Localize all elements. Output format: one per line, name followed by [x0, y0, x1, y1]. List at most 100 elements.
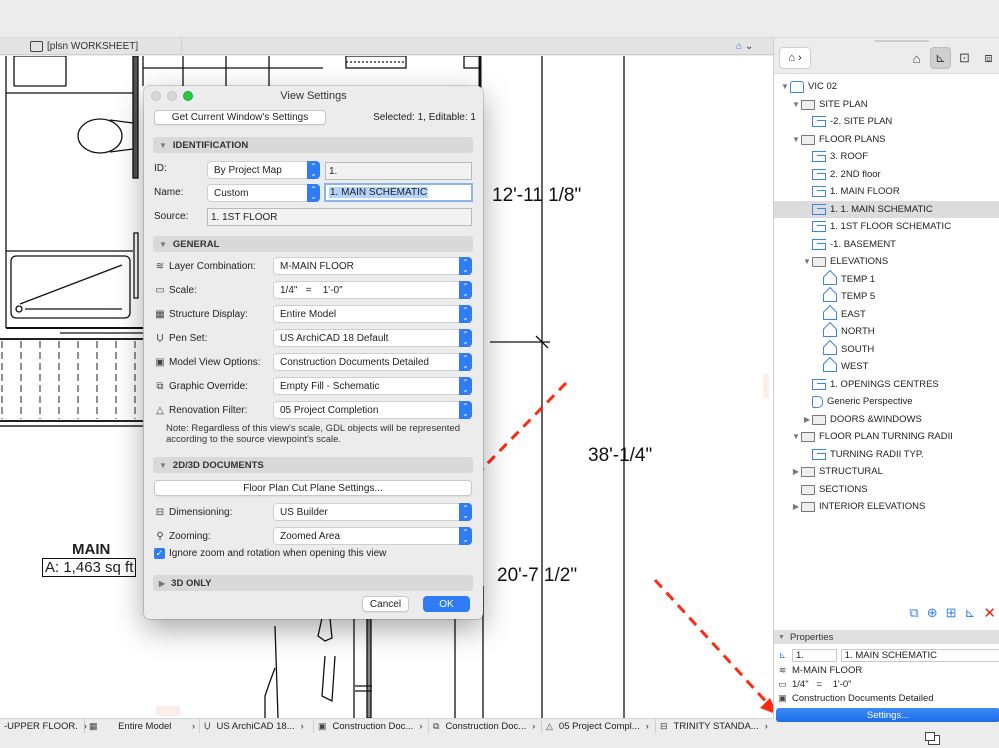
ruler-icon: ▭	[155, 284, 165, 296]
disclosure-expanded-icon[interactable]: ▼	[791, 100, 801, 109]
id-mode-select[interactable]: By Project Map ⌃ ⌄	[207, 161, 320, 179]
source-label: Source:	[154, 211, 189, 222]
tree-item[interactable]: -1. BASEMENT	[774, 236, 999, 253]
statusbar-pen-set[interactable]: Ụ US ArchiCAD 18... ›	[200, 718, 314, 734]
pen-set-select[interactable]: US ArchiCAD 18 Default ⌃ ⌄	[273, 329, 472, 347]
tab-worksheet[interactable]: [plsn WORKSHEET]	[0, 38, 182, 55]
cancel-button[interactable]: Cancel	[362, 596, 409, 612]
graphic-override-select[interactable]: Empty Fill - Schematic ⌃ ⌄	[273, 377, 472, 395]
tree-item[interactable]: 3. ROOF	[774, 148, 999, 165]
section-2d-3d-documents[interactable]: ▼ 2D/3D DOCUMENTS	[153, 457, 473, 473]
renovation-icon: △	[156, 404, 164, 416]
tree-item[interactable]: ▶ INTERIOR ELEVATIONS	[774, 498, 999, 515]
tree-item[interactable]: 1. MAIN FLOOR	[774, 183, 999, 200]
tree-item[interactable]: TEMP 5	[774, 288, 999, 305]
tab-layout-book[interactable]: ⊡	[954, 47, 975, 69]
ok-button[interactable]: OK	[423, 596, 470, 612]
statusbar-dimension[interactable]: ⊟ TRINITY STANDA... ›	[656, 719, 773, 734]
name-field[interactable]: 1. MAIN SCHEMATIC	[324, 183, 473, 202]
get-current-settings-button[interactable]: Get Current Window's Settings	[154, 110, 326, 125]
stepper-icon: ⌃ ⌄	[459, 527, 472, 545]
statusbar-layer[interactable]: -UPPER FLOOR. ›	[0, 718, 87, 734]
tree-item[interactable]: SOUTH	[774, 341, 999, 358]
tree-item[interactable]: SECTIONS	[774, 481, 999, 498]
dimension-icon: ⊟	[155, 506, 165, 518]
id-field[interactable]: 1.	[325, 162, 472, 180]
close-window-button[interactable]	[151, 91, 161, 101]
disclosure-expanded-icon[interactable]: ▼	[780, 82, 790, 91]
structure-display-select[interactable]: Entire Model ⌃ ⌄	[273, 305, 472, 323]
name-mode-select[interactable]: Custom ⌃ ⌄	[207, 184, 320, 202]
statusbar-graphic-override[interactable]: ⧉ Construction Doc... ›	[429, 718, 542, 734]
delete-icon[interactable]: ✕	[983, 604, 996, 622]
ignore-zoom-label[interactable]: Ignore zoom and rotation when opening th…	[169, 548, 386, 559]
tree-item[interactable]: 2. 2ND floor	[774, 166, 999, 183]
tree-item[interactable]: NORTH	[774, 323, 999, 340]
tree-item[interactable]: WEST	[774, 358, 999, 375]
structure-display-label: ▦ Structure Display:	[155, 308, 248, 320]
new-folder-icon[interactable]: ⧉	[909, 605, 918, 621]
tree-item[interactable]: TEMP 1	[774, 271, 999, 288]
stepper-icon: ⌃ ⌄	[459, 281, 472, 299]
tree-item[interactable]: -2. SITE PLAN	[774, 113, 999, 130]
tree-item[interactable]: ▼ VIC 02	[774, 78, 999, 95]
properties-name-field[interactable]: 1. MAIN SCHEMATIC	[840, 648, 999, 662]
tab-publisher[interactable]: ⧈	[978, 47, 999, 69]
chevron-right-icon: ›	[797, 52, 802, 64]
tree-item[interactable]: ▶ DOORS &WINDOWS	[774, 411, 999, 428]
zooming-select[interactable]: Zoomed Area ⌃ ⌄	[273, 527, 472, 545]
statusbar-renovation[interactable]: △ 05 Project Compl... ›	[542, 718, 656, 734]
renovation-filter-select[interactable]: 05 Project Completion ⌃ ⌄	[273, 401, 472, 419]
disclosure-collapsed-icon[interactable]: ▶	[791, 502, 801, 511]
disclosure-expanded-icon[interactable]: ▼	[791, 432, 801, 441]
section-3d-only[interactable]: ▶ 3D ONLY	[153, 575, 473, 591]
zoom-window-button[interactable]	[183, 91, 193, 101]
tab-view-map[interactable]: ⊾	[930, 47, 951, 69]
properties-id-field[interactable]: 1.	[791, 648, 837, 662]
tree-item[interactable]: ▼ FLOOR PLANS	[774, 131, 999, 148]
zone-area: A: 1,463 sq ft	[42, 558, 137, 577]
tree-item[interactable]: Generic Perspective	[774, 393, 999, 410]
dialog-titlebar[interactable]: View Settings	[144, 86, 483, 106]
statusbar-model-view[interactable]: ▣ Construction Doc... ›	[314, 718, 429, 734]
move-view-icon[interactable]: ⊾	[965, 605, 976, 621]
model-view-options-select[interactable]: Construction Documents Detailed ⌃ ⌄	[273, 353, 472, 371]
disclosure-expanded-icon[interactable]: ▼	[802, 257, 812, 266]
minimize-window-button[interactable]	[167, 91, 177, 101]
renovation-icon: △	[546, 720, 553, 731]
layer-combination-label: ≋ Layer Combination:	[155, 260, 256, 272]
save-view-icon[interactable]: ⊞	[946, 605, 957, 621]
tree-item[interactable]: ▼ ELEVATIONS	[774, 253, 999, 270]
tree-item[interactable]: ▼ FLOOR PLAN TURNING RADII	[774, 428, 999, 445]
panel-drag-handle[interactable]	[874, 40, 929, 42]
settings-button[interactable]: Settings...	[776, 708, 999, 722]
cut-plane-settings-button[interactable]: Floor Plan Cut Plane Settings...	[154, 480, 472, 496]
disclosure-collapsed-icon[interactable]: ▶	[791, 467, 801, 476]
statusbar-structure[interactable]: ▦ Entire Model ›	[85, 718, 200, 734]
chevron-right-icon: ›	[192, 721, 195, 731]
navigator-mode-button[interactable]: ⌂ ›	[779, 47, 811, 69]
scale-select[interactable]: 1/4" = 1'-0" ⌃ ⌄	[273, 281, 472, 299]
section-general[interactable]: ▼ GENERAL	[153, 236, 473, 252]
tree-item[interactable]: TURNING RADII TYP.	[774, 446, 999, 463]
tab-project-map[interactable]: ⌂	[906, 47, 927, 69]
tree-item[interactable]: 1. 1. MAIN SCHEMATIC	[774, 200, 999, 218]
navigator-popup-button[interactable]: ⌂ ⌄	[736, 40, 770, 53]
ignore-zoom-checkbox[interactable]: ✓	[154, 548, 165, 559]
disclosure-collapsed-icon[interactable]: ▶	[802, 415, 812, 424]
window-arrange-icon[interactable]	[925, 732, 940, 745]
section-identification[interactable]: ▼ IDENTIFICATION	[153, 137, 473, 153]
scale-note: Note: Regardless of this view's scale, G…	[166, 423, 460, 445]
tree-item[interactable]: EAST	[774, 306, 999, 323]
tree-item[interactable]: ▶ STRUCTURAL	[774, 463, 999, 480]
properties-header[interactable]: ▼ Properties	[774, 630, 999, 644]
layer-combination-select[interactable]: M-MAIN FLOOR ⌃ ⌄	[273, 257, 472, 275]
tree-item[interactable]: 1. OPENINGS CENTRES	[774, 376, 999, 393]
tree-item[interactable]: ▼ SITE PLAN	[774, 96, 999, 113]
tree-item[interactable]: 1. 1ST FLOOR SCHEMATIC	[774, 218, 999, 235]
tree-item-label: STRUCTURAL	[819, 466, 883, 477]
selection-info: Selected: 1, Editable: 1	[373, 112, 476, 123]
clone-view-icon[interactable]: ⊕	[927, 605, 938, 621]
disclosure-expanded-icon[interactable]: ▼	[791, 135, 801, 144]
dimensioning-select[interactable]: US Builder ⌃ ⌄	[273, 503, 472, 521]
